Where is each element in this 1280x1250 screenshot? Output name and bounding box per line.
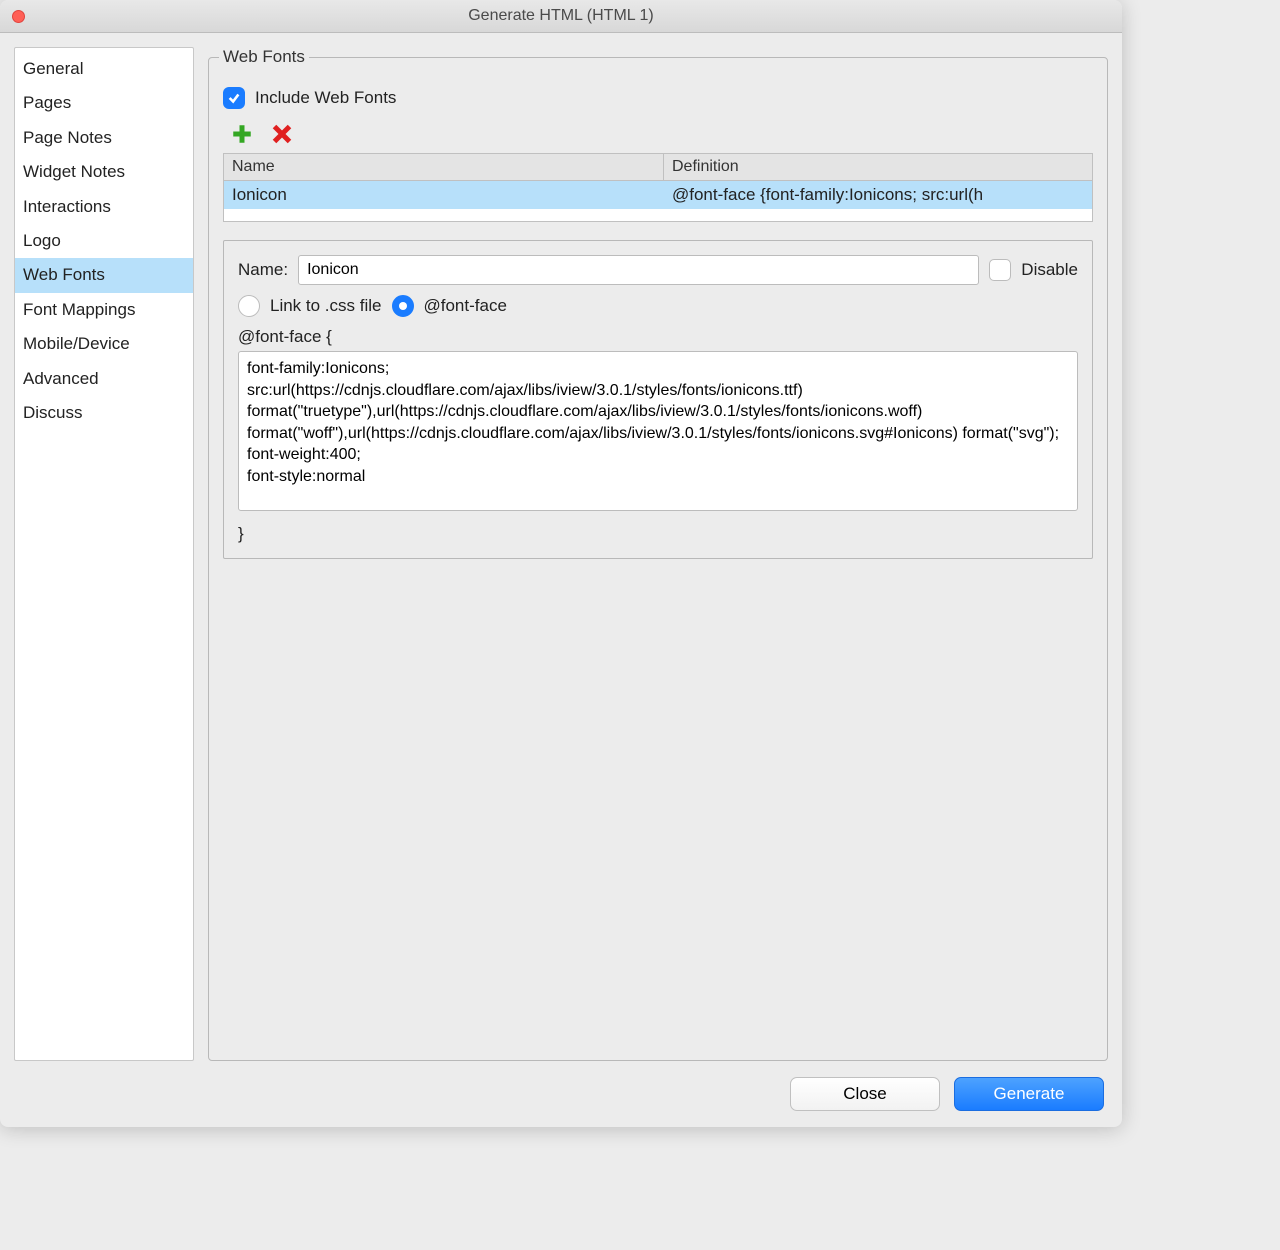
- disable-checkbox[interactable]: [989, 259, 1011, 281]
- sidebar-item-page-notes[interactable]: Page Notes: [15, 121, 193, 155]
- sidebar-item-mobile-device[interactable]: Mobile/Device: [15, 327, 193, 361]
- name-row: Name: Disable: [238, 255, 1078, 285]
- column-header-name[interactable]: Name: [224, 154, 664, 180]
- include-web-fonts-row: Include Web Fonts: [223, 87, 1093, 109]
- fontface-close-brace: }: [238, 524, 1078, 544]
- sidebar-item-interactions[interactable]: Interactions: [15, 190, 193, 224]
- x-icon: [272, 124, 292, 144]
- radio-link-css[interactable]: [238, 295, 260, 317]
- sidebar-item-discuss[interactable]: Discuss: [15, 396, 193, 430]
- font-name-input[interactable]: [298, 255, 979, 285]
- disable-label: Disable: [1021, 260, 1078, 280]
- cell-definition: @font-face {font-family:Ionicons; src:ur…: [664, 181, 1092, 209]
- radio-link-css-label: Link to .css file: [270, 296, 382, 316]
- column-header-definition[interactable]: Definition: [664, 154, 1092, 180]
- window-title: Generate HTML (HTML 1): [0, 7, 1122, 25]
- source-type-row: Link to .css file @font-face: [238, 295, 1078, 317]
- close-window-button[interactable]: [12, 10, 25, 23]
- table-body: Ionicon @font-face {font-family:Ionicons…: [224, 181, 1092, 209]
- cell-name: Ionicon: [224, 181, 664, 209]
- table-row[interactable]: Ionicon @font-face {font-family:Ionicons…: [224, 181, 1092, 209]
- close-button[interactable]: Close: [790, 1077, 940, 1111]
- sidebar-item-advanced[interactable]: Advanced: [15, 362, 193, 396]
- window-controls: [12, 10, 25, 23]
- font-list-toolbar: [223, 123, 1093, 145]
- name-label: Name:: [238, 260, 288, 280]
- table-footer-space: [224, 209, 1092, 221]
- sidebar-item-web-fonts[interactable]: Web Fonts: [15, 258, 193, 292]
- radio-font-face-label: @font-face: [424, 296, 507, 316]
- sidebar-item-logo[interactable]: Logo: [15, 224, 193, 258]
- sidebar: General Pages Page Notes Widget Notes In…: [14, 47, 194, 1061]
- add-font-button[interactable]: [231, 123, 253, 145]
- sidebar-item-pages[interactable]: Pages: [15, 86, 193, 120]
- dialog-footer: Close Generate: [0, 1061, 1122, 1127]
- remove-font-button[interactable]: [271, 123, 293, 145]
- include-web-fonts-label: Include Web Fonts: [255, 88, 396, 108]
- fontface-open-brace: @font-face {: [238, 327, 1078, 347]
- sidebar-item-general[interactable]: General: [15, 52, 193, 86]
- generate-button[interactable]: Generate: [954, 1077, 1104, 1111]
- radio-font-face[interactable]: [392, 295, 414, 317]
- content-area: General Pages Page Notes Widget Notes In…: [0, 33, 1122, 1061]
- plus-icon: [232, 124, 252, 144]
- sidebar-item-widget-notes[interactable]: Widget Notes: [15, 155, 193, 189]
- table-header: Name Definition: [224, 154, 1092, 181]
- include-web-fonts-checkbox[interactable]: [223, 87, 245, 109]
- fontface-editor: @font-face { }: [238, 327, 1078, 544]
- section-legend: Web Fonts: [219, 47, 309, 67]
- web-fonts-section: Web Fonts Include Web Fonts: [208, 47, 1108, 1061]
- font-details-panel: Name: Disable Link to .css file @font-fa…: [223, 240, 1093, 559]
- titlebar: Generate HTML (HTML 1): [0, 0, 1122, 33]
- fonts-table: Name Definition Ionicon @font-face {font…: [223, 153, 1093, 222]
- check-icon: [227, 91, 241, 105]
- main-panel: Web Fonts Include Web Fonts: [208, 47, 1108, 1061]
- sidebar-item-font-mappings[interactable]: Font Mappings: [15, 293, 193, 327]
- fontface-body-textarea[interactable]: [238, 351, 1078, 511]
- dialog-window: Generate HTML (HTML 1) General Pages Pag…: [0, 0, 1122, 1127]
